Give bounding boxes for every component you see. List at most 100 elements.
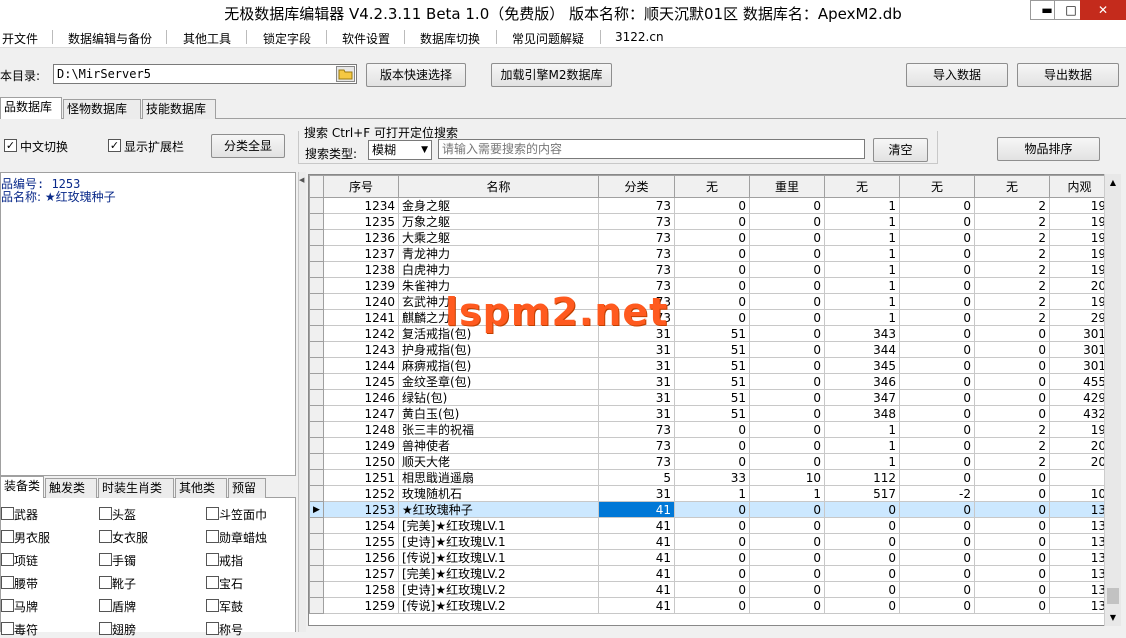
- table-cell[interactable]: 41: [598, 549, 675, 566]
- tab-item-db[interactable]: 品数据库: [0, 97, 62, 119]
- table-cell[interactable]: 2: [974, 197, 1050, 214]
- table-cell[interactable]: 20: [1049, 453, 1110, 470]
- menu-data-edit[interactable]: 数据编辑与备份: [68, 30, 152, 47]
- table-cell[interactable]: 1: [824, 309, 900, 326]
- table-cell[interactable]: 0: [749, 437, 825, 454]
- table-cell[interactable]: 1236: [323, 229, 399, 246]
- table-cell[interactable]: 301: [1049, 357, 1110, 374]
- menu-lock-field[interactable]: 锁定字段: [263, 30, 311, 47]
- table-cell[interactable]: 0: [674, 421, 750, 438]
- table-cell[interactable]: 31: [598, 405, 675, 422]
- scroll-thumb[interactable]: [1107, 588, 1119, 604]
- table-cell[interactable]: 1234: [323, 197, 399, 214]
- table-cell[interactable]: 20: [1049, 277, 1110, 294]
- table-cell[interactable]: 1249: [323, 437, 399, 454]
- table-cell[interactable]: 0: [899, 197, 975, 214]
- menu-settings[interactable]: 软件设置: [342, 30, 390, 47]
- table-cell[interactable]: 19: [1049, 261, 1110, 278]
- table-cell[interactable]: 兽神使者: [398, 437, 599, 454]
- table-cell[interactable]: 432: [1049, 405, 1110, 422]
- table-cell[interactable]: 73: [598, 213, 675, 230]
- table-cell[interactable]: 0: [674, 565, 750, 582]
- table-cell[interactable]: 0: [899, 277, 975, 294]
- table-cell[interactable]: 13: [1049, 581, 1110, 598]
- category-checkbox[interactable]: [206, 530, 219, 543]
- table-cell[interactable]: 0: [824, 597, 900, 614]
- table-cell[interactable]: 41: [598, 533, 675, 550]
- column-header[interactable]: 内观: [1049, 175, 1110, 198]
- table-cell[interactable]: 0: [824, 549, 900, 566]
- table-cell[interactable]: 73: [598, 421, 675, 438]
- table-cell[interactable]: 13: [1049, 565, 1110, 582]
- table-cell[interactable]: 0: [974, 341, 1050, 358]
- table-row[interactable]: 1251 相思戢逍遥扇 5 33 10 112 0 0: [309, 469, 1110, 486]
- table-cell[interactable]: 19: [1049, 421, 1110, 438]
- table-cell[interactable]: 0: [899, 325, 975, 342]
- table-cell[interactable]: 0: [899, 357, 975, 374]
- row-indicator[interactable]: [309, 405, 324, 422]
- table-cell[interactable]: 29: [1049, 309, 1110, 326]
- category-checkbox[interactable]: [99, 507, 112, 520]
- table-row[interactable]: 1236 大乘之躯 73 0 0 1 0 2 19: [309, 229, 1110, 246]
- category-checkbox[interactable]: [1, 622, 14, 635]
- table-cell[interactable]: 0: [674, 597, 750, 614]
- table-cell[interactable]: 0: [749, 389, 825, 406]
- table-cell[interactable]: 0: [974, 517, 1050, 534]
- table-cell[interactable]: 1238: [323, 261, 399, 278]
- table-cell[interactable]: 0: [899, 373, 975, 390]
- table-cell[interactable]: 0: [674, 581, 750, 598]
- table-cell[interactable]: 0: [674, 213, 750, 230]
- close-button[interactable]: ✕: [1080, 0, 1126, 20]
- table-cell[interactable]: 1: [824, 197, 900, 214]
- table-cell[interactable]: 10: [1049, 485, 1110, 502]
- table-row[interactable]: 1257 [完美]★红玫瑰LV.2 41 0 0 0 0 0 13: [309, 565, 1110, 582]
- search-type-select[interactable]: 模糊 ▼: [368, 140, 432, 160]
- table-cell[interactable]: 0: [899, 229, 975, 246]
- table-cell[interactable]: 0: [749, 453, 825, 470]
- tab-equipment[interactable]: 装备类: [0, 476, 44, 498]
- category-checkbox[interactable]: [99, 553, 112, 566]
- row-indicator[interactable]: [309, 245, 324, 262]
- table-cell[interactable]: 343: [824, 325, 900, 342]
- table-cell[interactable]: 1255: [323, 533, 399, 550]
- table-cell[interactable]: 1258: [323, 581, 399, 598]
- table-cell[interactable]: 0: [899, 581, 975, 598]
- table-row[interactable]: 1246 绿钻(包) 31 51 0 347 0 0 429: [309, 389, 1110, 406]
- table-cell[interactable]: 41: [598, 597, 675, 614]
- table-row[interactable]: 1258 [史诗]★红玫瑰LV.2 41 0 0 0 0 0 13: [309, 581, 1110, 598]
- table-cell[interactable]: 13: [1049, 501, 1110, 518]
- table-cell[interactable]: 19: [1049, 213, 1110, 230]
- table-row[interactable]: 1252 玫瑰随机石 31 1 1 517 -2 0 10: [309, 485, 1110, 502]
- menu-db-switch[interactable]: 数据库切换: [420, 30, 480, 47]
- show-all-categories-button[interactable]: 分类全显: [211, 134, 285, 158]
- category-checkbox[interactable]: [206, 553, 219, 566]
- row-indicator[interactable]: [309, 485, 324, 502]
- row-indicator[interactable]: [309, 421, 324, 438]
- table-cell[interactable]: 1: [674, 485, 750, 502]
- table-cell[interactable]: 1247: [323, 405, 399, 422]
- table-cell[interactable]: 1235: [323, 213, 399, 230]
- table-cell[interactable]: 41: [598, 581, 675, 598]
- table-cell[interactable]: 301: [1049, 341, 1110, 358]
- row-indicator[interactable]: [309, 565, 324, 582]
- tab-other[interactable]: 其他类: [175, 478, 227, 498]
- table-cell[interactable]: 347: [824, 389, 900, 406]
- menu-open-file[interactable]: 开文件: [2, 30, 38, 47]
- table-cell[interactable]: 31: [598, 341, 675, 358]
- table-cell[interactable]: 0: [899, 309, 975, 326]
- row-indicator[interactable]: [309, 309, 324, 326]
- table-row[interactable]: 1244 麻痹戒指(包) 31 51 0 345 0 0 301: [309, 357, 1110, 374]
- table-cell[interactable]: [传说]★红玫瑰LV.2: [398, 597, 599, 614]
- table-cell[interactable]: 1242: [323, 325, 399, 342]
- table-cell[interactable]: 73: [598, 453, 675, 470]
- table-cell[interactable]: 10: [749, 469, 825, 486]
- row-indicator[interactable]: [309, 277, 324, 294]
- table-cell[interactable]: 0: [824, 533, 900, 550]
- table-cell[interactable]: 大乘之躯: [398, 229, 599, 246]
- row-indicator[interactable]: [309, 517, 324, 534]
- table-cell[interactable]: 301: [1049, 325, 1110, 342]
- chinese-toggle-checkbox[interactable]: ✓: [4, 139, 17, 152]
- table-row[interactable]: 1259 [传说]★红玫瑰LV.2 41 0 0 0 0 0 13: [309, 597, 1110, 614]
- row-indicator[interactable]: [309, 549, 324, 566]
- table-cell[interactable]: 0: [974, 405, 1050, 422]
